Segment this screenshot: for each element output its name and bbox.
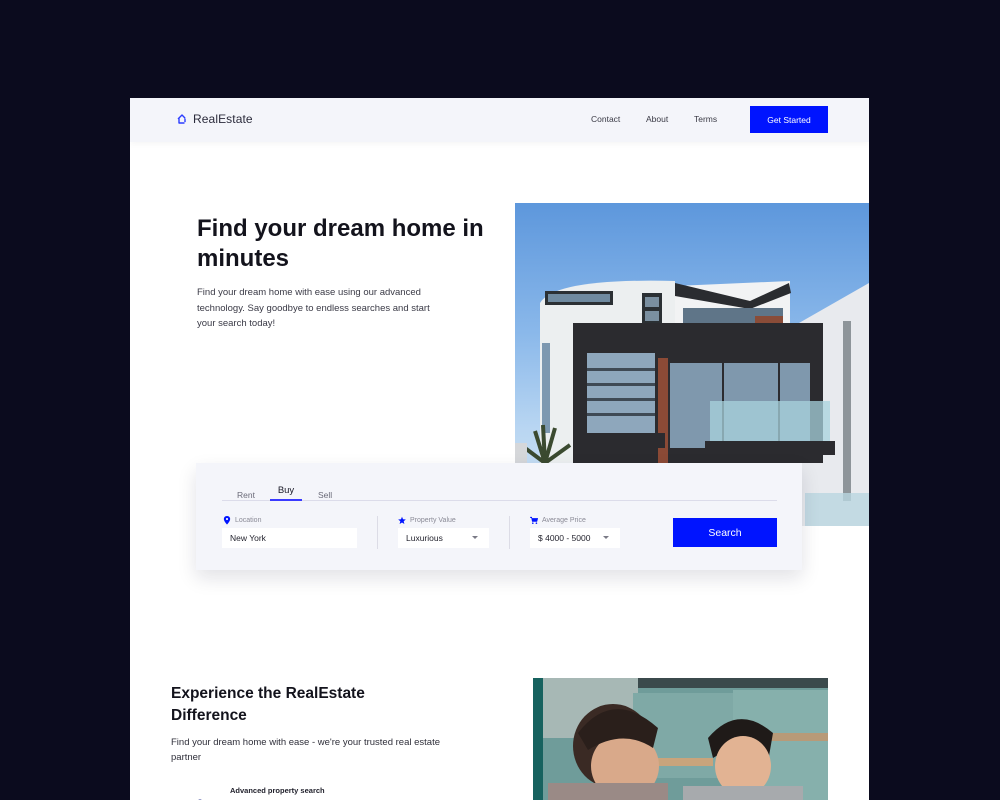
property-value-label-text: Property Value	[410, 517, 456, 524]
property-search-card: Rent Buy Sell Location Property Value Lu…	[196, 463, 802, 570]
house-outline-icon	[177, 114, 187, 124]
brand-name: RealEstate	[193, 112, 253, 126]
field-divider	[377, 516, 378, 549]
hero-title: Find your dream home in minutes	[197, 215, 484, 272]
chevron-down-icon	[472, 536, 478, 539]
brand-logo[interactable]: RealEstate	[176, 112, 253, 126]
star-icon	[398, 516, 406, 525]
location-label: Location	[223, 516, 261, 525]
nav-contact[interactable]: Contact	[591, 114, 620, 124]
property-value-label: Property Value	[398, 516, 456, 525]
team-photo	[533, 678, 828, 800]
cart-icon	[530, 516, 538, 524]
tab-sell[interactable]: Sell	[318, 489, 332, 505]
search-tabs: Rent Buy Sell	[222, 485, 777, 501]
feature-item-label: Advanced property search	[230, 786, 325, 795]
chevron-down-icon	[603, 536, 609, 539]
map-pin-icon	[223, 516, 231, 525]
hero-description: Find your dream home with ease using our…	[197, 287, 430, 329]
property-value-select[interactable]: Luxurious	[398, 528, 489, 548]
feature-icon	[198, 799, 202, 800]
field-divider	[509, 516, 510, 549]
tab-rent[interactable]: Rent	[237, 489, 255, 505]
site-header: RealEstate Contact About Terms Get Start…	[130, 98, 869, 142]
tab-buy[interactable]: Buy	[270, 485, 302, 501]
nav-about[interactable]: About	[646, 114, 668, 124]
average-price-label: Average Price	[530, 516, 586, 525]
location-input[interactable]	[222, 528, 357, 548]
search-button[interactable]: Search	[673, 518, 777, 547]
section-title: Experience the RealEstate Difference	[171, 685, 365, 724]
landing-page: RealEstate Contact About Terms Get Start…	[130, 98, 869, 800]
average-price-select[interactable]: $ 4000 - 5000	[530, 528, 620, 548]
average-price-label-text: Average Price	[542, 517, 586, 524]
nav-terms[interactable]: Terms	[694, 114, 717, 124]
location-label-text: Location	[235, 517, 262, 524]
average-price-selected: $ 4000 - 5000	[538, 533, 591, 543]
people-illustration	[533, 678, 828, 800]
section-description: Find your dream home with ease - we're y…	[171, 737, 440, 763]
property-value-selected: Luxurious	[406, 533, 443, 543]
get-started-button[interactable]: Get Started	[750, 106, 828, 133]
